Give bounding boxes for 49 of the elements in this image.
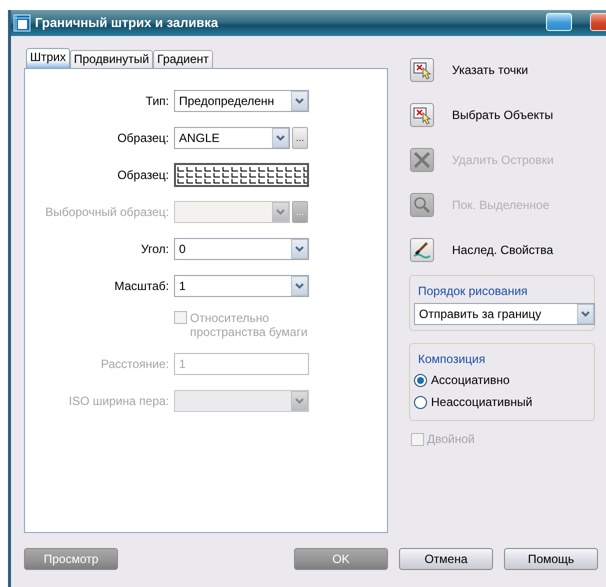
icon-button[interactable] bbox=[410, 238, 434, 262]
checkbox-label: Относительно пространства бумаги bbox=[190, 311, 309, 339]
dialog-button[interactable]: Отмена bbox=[399, 548, 493, 570]
dropdown-field[interactable]: Предопределенн bbox=[174, 90, 309, 112]
field-label: Образец: bbox=[116, 168, 170, 182]
field-label: Угол: bbox=[140, 242, 170, 256]
window-title: Граничный штрих и заливка bbox=[35, 14, 218, 32]
dropdown-field[interactable]: 1 bbox=[174, 275, 309, 297]
action-label: Пок. Выделенное bbox=[452, 197, 550, 214]
tab[interactable]: Градиент bbox=[153, 50, 213, 68]
tab[interactable]: Штрих bbox=[26, 48, 70, 68]
field-label: ISO ширина пера: bbox=[68, 394, 170, 408]
minimize-button[interactable] bbox=[546, 13, 572, 31]
radio-button[interactable] bbox=[414, 396, 427, 408]
chevron-icon bbox=[276, 209, 285, 215]
radio-label: Неассоциативный bbox=[431, 394, 532, 411]
chevron-icon bbox=[295, 283, 304, 289]
icon-button[interactable] bbox=[410, 58, 434, 82]
field-label: Расстояние: bbox=[100, 358, 170, 370]
pattern-preview[interactable] bbox=[174, 163, 309, 187]
icon-button[interactable] bbox=[410, 103, 434, 127]
radio-button[interactable] bbox=[414, 374, 427, 386]
radio-label: Ассоциативно bbox=[431, 372, 510, 389]
magnifier-icon bbox=[412, 195, 432, 215]
tab[interactable]: Продвинутый bbox=[70, 50, 154, 68]
chevron-icon bbox=[295, 246, 304, 252]
dropdown-field[interactable]: 0 bbox=[174, 238, 309, 260]
action-label: Удалить Островки bbox=[452, 152, 554, 169]
dialog-button[interactable]: Помощь bbox=[504, 548, 598, 570]
select-objects-icon bbox=[412, 105, 432, 125]
brush-icon bbox=[412, 240, 432, 260]
field-label: Тип: bbox=[144, 94, 170, 108]
action-label: Указать точки bbox=[452, 62, 528, 79]
chevron-icon bbox=[276, 135, 285, 141]
chevron-icon bbox=[295, 398, 304, 404]
field-label: Выборочный образец: bbox=[44, 206, 170, 218]
app-icon bbox=[13, 14, 31, 32]
dropdown-field[interactable]: Отправить за границу bbox=[414, 303, 595, 325]
action-label: Наслед. Свойства bbox=[452, 242, 554, 259]
action-label: Выбрать Объекты bbox=[452, 107, 554, 124]
field-label: Образец: bbox=[116, 132, 170, 144]
chevron-icon bbox=[295, 98, 304, 104]
checkbox-label: Двойной bbox=[427, 432, 476, 446]
pick-points-icon bbox=[412, 60, 432, 80]
field-label: Масштаб: bbox=[113, 280, 170, 292]
browse-button[interactable]: ... bbox=[292, 127, 308, 149]
cross-icon bbox=[412, 150, 432, 170]
dropdown-field[interactable]: ANGLE bbox=[174, 127, 290, 149]
chevron-icon bbox=[581, 311, 590, 317]
